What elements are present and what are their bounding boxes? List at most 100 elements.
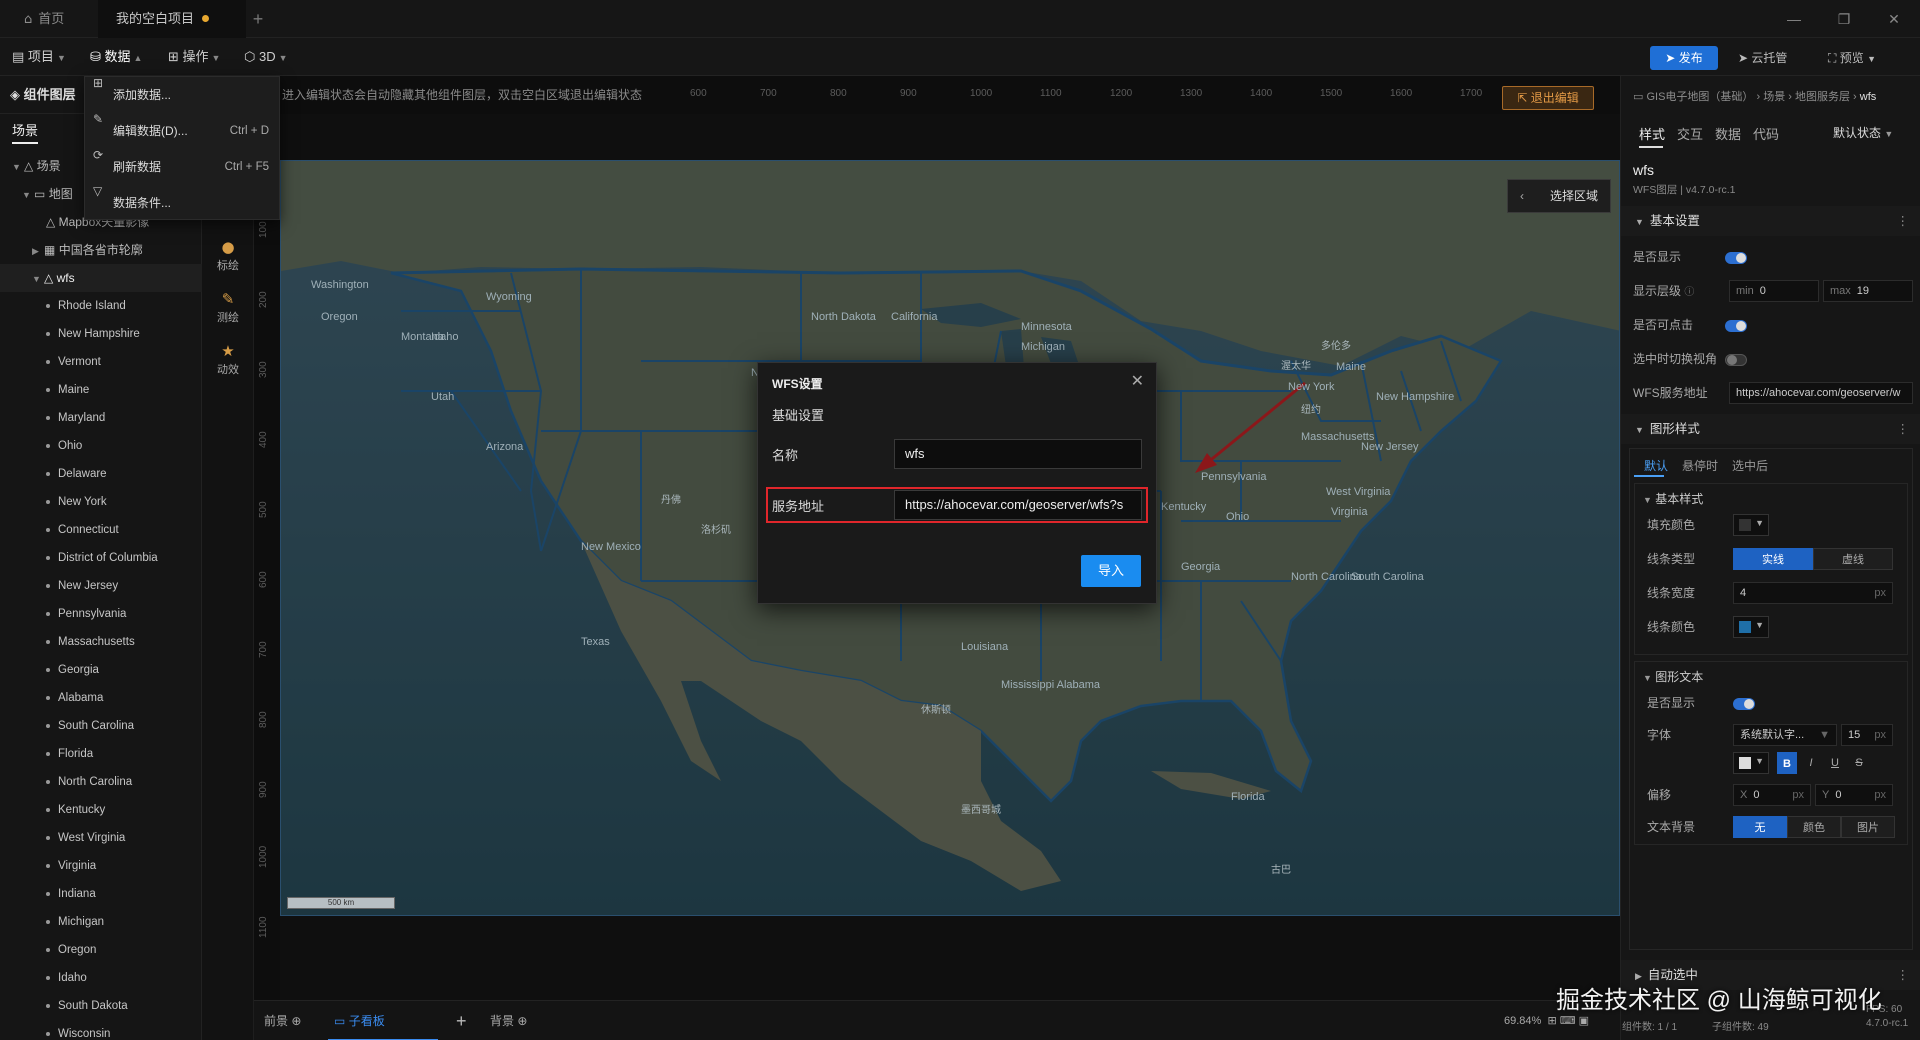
feature-item[interactable]: Georgia	[46, 656, 99, 684]
feature-item[interactable]: North Carolina	[45, 768, 132, 796]
offset-x-input[interactable]: X 0 px	[1733, 784, 1811, 806]
subtab-default[interactable]: 默认	[1644, 457, 1668, 474]
tool-effect[interactable]: ★ 动效	[202, 344, 254, 377]
fit-icon[interactable]: ⊞	[1547, 1015, 1556, 1026]
tree-item-wfs[interactable]: ▼ △ wfs	[0, 264, 202, 292]
text-color-picker[interactable]: ▼	[1733, 752, 1769, 774]
cloud-button[interactable]: ➤ 云托管	[1738, 46, 1787, 70]
feature-item[interactable]: Alabama	[45, 684, 103, 712]
strikethrough-icon[interactable]: S	[1849, 752, 1869, 774]
tab-data[interactable]: 数据	[1715, 124, 1741, 143]
text-show-toggle[interactable]	[1733, 698, 1755, 710]
publish-button[interactable]: ➤ 发布	[1650, 46, 1718, 70]
help-icon[interactable]: ⓘ	[1684, 287, 1694, 298]
breadcrumb-item[interactable]: GIS电子地图（基础）	[1646, 91, 1753, 103]
feature-item[interactable]: Maryland	[45, 404, 105, 432]
feature-item[interactable]: Indiana	[46, 880, 96, 908]
menu-data[interactable]: ⛁ 数据 ▲	[90, 38, 142, 76]
tab-style[interactable]: 样式	[1639, 124, 1665, 143]
line-color-picker[interactable]: ▼	[1733, 616, 1769, 638]
offset-y-input[interactable]: Y 0 px	[1815, 784, 1893, 806]
feature-item[interactable]: Idaho	[46, 964, 87, 992]
breadcrumb-item[interactable]: 地图服务层	[1795, 91, 1850, 103]
bold-icon[interactable]: B	[1777, 752, 1797, 774]
tree-item-china[interactable]: ▶ ▦ 中国各省市轮廓	[0, 236, 202, 264]
tab-background[interactable]: 背景 ⊕	[490, 1001, 527, 1040]
state-select[interactable]: 默认状态 ▼	[1833, 124, 1893, 141]
new-tab-button[interactable]: +	[247, 0, 269, 38]
menu-item-edit-data[interactable]: ✎ 编辑数据(D)... Ctrl + D	[85, 113, 281, 149]
terminal-icon[interactable]: ▣	[1579, 1015, 1589, 1026]
menu-item-add-data[interactable]: ⊞ 添加数据...	[85, 77, 281, 113]
text-bg-none[interactable]: 无	[1733, 816, 1787, 838]
level-min-input[interactable]: min 0	[1729, 280, 1819, 302]
tab-foreground[interactable]: 前景 ⊕	[264, 1001, 301, 1040]
line-dashed-option[interactable]: 虚线	[1813, 548, 1893, 570]
fill-color-picker[interactable]: ▼	[1733, 514, 1769, 536]
feature-item[interactable]: South Dakota	[46, 992, 128, 1020]
more-icon[interactable]: ⋮	[1897, 414, 1910, 444]
tab-code[interactable]: 代码	[1753, 124, 1779, 143]
feature-item[interactable]: Maine	[45, 376, 89, 404]
feature-item[interactable]: Oregon	[45, 936, 96, 964]
subtab-hover[interactable]: 悬停时	[1682, 457, 1718, 474]
text-bg-color[interactable]: 颜色	[1787, 816, 1841, 838]
feature-item[interactable]: Connecticut	[46, 516, 119, 544]
import-button[interactable]: 导入	[1081, 555, 1141, 587]
feature-item[interactable]: Vermont	[46, 348, 101, 376]
section-basic-settings[interactable]: ▼ 基本设置 ⋮	[1621, 206, 1920, 236]
feature-item[interactable]: Ohio	[45, 432, 82, 460]
feature-item[interactable]: Wisconsin	[45, 1020, 110, 1040]
font-size-input[interactable]: 15 px	[1841, 724, 1893, 746]
section-shape-style[interactable]: ▼ 图形样式 ⋮	[1621, 414, 1920, 444]
exit-edit-button[interactable]: ⇱ 退出编辑	[1502, 86, 1594, 110]
tool-measure[interactable]: ✎ 测绘	[202, 292, 254, 325]
line-width-input[interactable]: 4 px	[1733, 582, 1893, 604]
menu-project[interactable]: ▤ 项目 ▼	[12, 38, 66, 76]
close-icon[interactable]: ✕	[1131, 371, 1144, 391]
feature-item[interactable]: Kentucky	[45, 796, 105, 824]
restore-icon[interactable]: ❐	[1822, 0, 1866, 38]
add-board-button[interactable]: +	[456, 1001, 467, 1040]
tab-child-board[interactable]: ▭ 子看板	[328, 1001, 438, 1040]
shape-text-header[interactable]: ▼ 图形文本	[1643, 668, 1703, 685]
feature-item[interactable]: Michigan	[45, 908, 104, 936]
menu-item-refresh-data[interactable]: ⟳ 刷新数据 Ctrl + F5	[85, 149, 281, 185]
tab-home[interactable]: ⌂ 首页	[24, 0, 64, 38]
feature-item[interactable]: Delaware	[46, 460, 107, 488]
text-bg-image[interactable]: 图片	[1841, 816, 1895, 838]
menu-3d[interactable]: ⬡ 3D ▼	[244, 38, 288, 76]
tool-plot[interactable]: ● 标绘	[202, 240, 254, 273]
menu-operation[interactable]: ⊞ 操作 ▼	[168, 38, 220, 76]
feature-item[interactable]: Massachusetts	[46, 628, 135, 656]
feature-item[interactable]: District of Columbia	[46, 544, 158, 572]
feature-item[interactable]: Pennsylvania	[45, 600, 126, 628]
level-max-input[interactable]: max 19	[1823, 280, 1913, 302]
name-input[interactable]: wfs	[894, 439, 1142, 469]
font-select[interactable]: 系统默认字... ▼	[1733, 724, 1837, 746]
keyboard-icon[interactable]: ⌨	[1560, 1015, 1576, 1026]
basic-style-header[interactable]: ▼ 基本样式	[1643, 490, 1703, 507]
feature-item[interactable]: New Hampshire	[46, 320, 140, 348]
feature-item[interactable]: New Jersey	[45, 572, 118, 600]
more-icon[interactable]: ⋮	[1897, 960, 1910, 990]
underline-icon[interactable]: U	[1825, 752, 1845, 774]
close-icon[interactable]: ✕	[1872, 0, 1916, 38]
italic-icon[interactable]: I	[1801, 752, 1821, 774]
tab-interaction[interactable]: 交互	[1677, 124, 1703, 143]
wfs-url-input[interactable]: https://ahocevar.com/geoserver/w	[1729, 382, 1913, 404]
breadcrumb-item[interactable]: 场景	[1763, 91, 1785, 103]
feature-item[interactable]: Florida	[45, 740, 93, 768]
more-icon[interactable]: ⋮	[1897, 206, 1910, 236]
feature-item[interactable]: West Virginia	[45, 824, 125, 852]
switch-view-toggle[interactable]	[1725, 354, 1747, 366]
feature-item[interactable]: Rhode Island	[46, 292, 126, 320]
feature-item[interactable]: South Carolina	[45, 712, 134, 740]
feature-item[interactable]: New York	[46, 488, 107, 516]
show-toggle[interactable]	[1725, 252, 1747, 264]
select-region-button[interactable]: ‹ 选择区域	[1507, 179, 1611, 213]
menu-item-data-condition[interactable]: ▽ 数据条件...	[85, 185, 281, 221]
subtab-selected[interactable]: 选中后	[1732, 457, 1768, 474]
line-solid-option[interactable]: 实线	[1733, 548, 1813, 570]
preview-button[interactable]: ⛶ 预览 ▼	[1828, 46, 1876, 70]
